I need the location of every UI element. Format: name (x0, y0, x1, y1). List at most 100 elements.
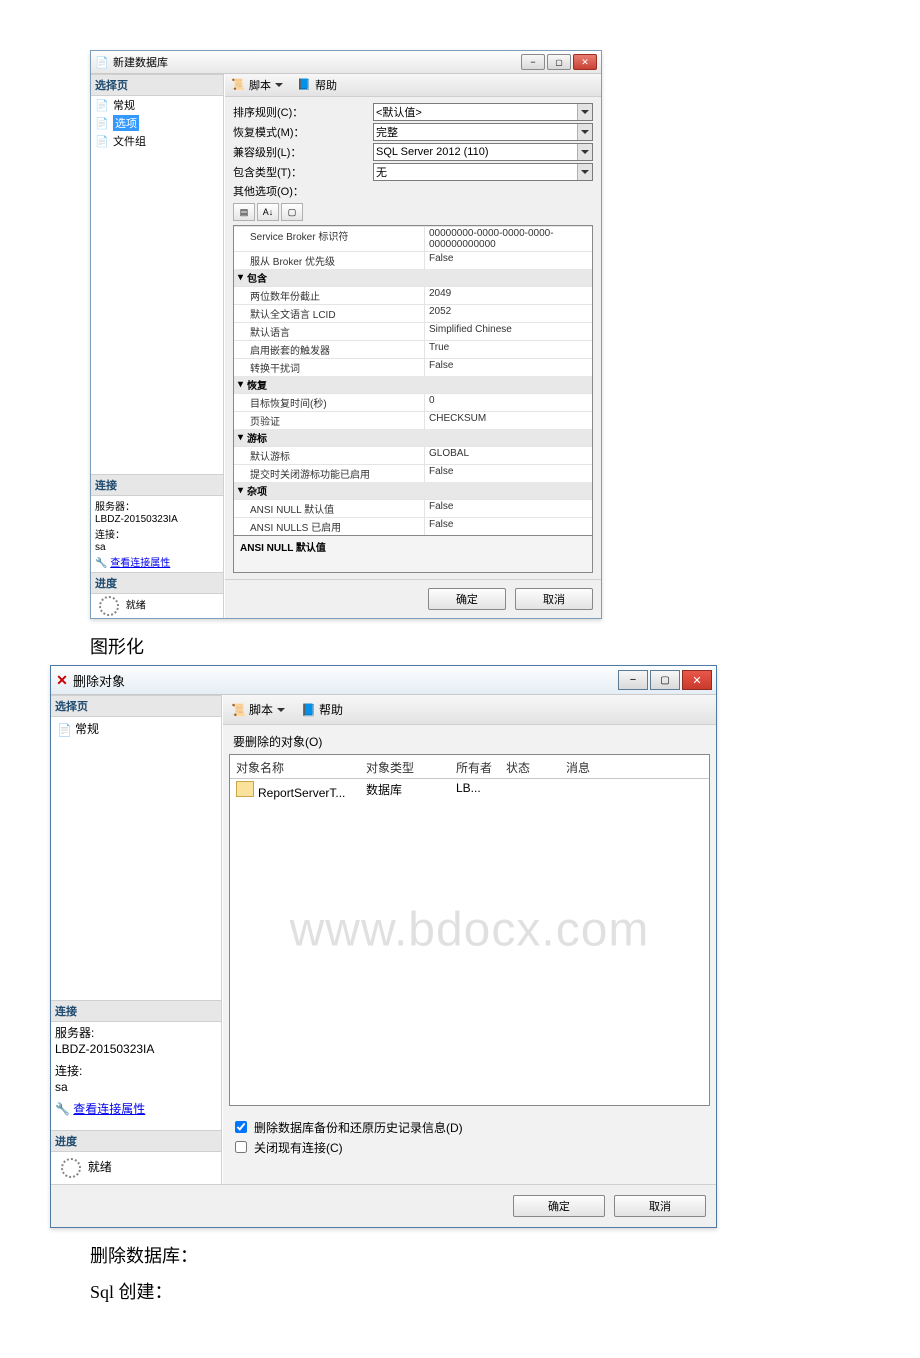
minimize-button[interactable]: − (521, 54, 545, 70)
connection-header: 连接 (91, 474, 223, 496)
row-type: 数据库 (366, 781, 456, 800)
server-value: LBDZ-20150323IA (95, 514, 219, 525)
collation-label: 排序规则(C)： (233, 104, 373, 120)
col-owner: 所有者 (456, 759, 506, 776)
recovery-combo[interactable]: 完整 (373, 123, 593, 141)
spinner-icon (61, 1158, 81, 1178)
dialog-footer: 确定 取消 (51, 1184, 716, 1227)
object-list[interactable]: 对象名称 对象类型 所有者 状态 消息 ReportServerT... 数据库… (229, 754, 710, 1106)
page-verify-value[interactable]: CHECKSUM (425, 412, 592, 429)
caption-graphical: 图形化 (50, 629, 870, 665)
page-filegroups[interactable]: 📄文件组 (91, 132, 223, 150)
two-digit-label: 两位数年份截止 (234, 287, 425, 304)
title-bar[interactable]: ✕ 删除对象 − ▢ ✕ (51, 666, 716, 695)
cancel-button[interactable]: 取消 (614, 1195, 706, 1217)
script-dropdown-arrow[interactable] (277, 708, 285, 712)
help-button[interactable]: 帮助 (319, 701, 343, 718)
objects-to-delete-label: 要删除的对象(O) (223, 725, 716, 750)
page-general[interactable]: 📄常规 (91, 96, 223, 114)
select-page-header: 选择页 (51, 695, 221, 717)
props-icon: 🔧 (95, 558, 107, 569)
maximize-button[interactable]: ▢ (650, 670, 680, 690)
ready-label: 就绪 (126, 601, 146, 612)
minimize-button[interactable]: − (618, 670, 648, 690)
delete-history-checkbox[interactable]: 删除数据库备份和还原历史记录信息(D) (231, 1118, 708, 1136)
connection-header: 连接 (51, 1000, 221, 1022)
chevron-down-icon[interactable] (577, 164, 592, 180)
progress-header: 进度 (51, 1130, 221, 1152)
help-icon: 📘 (297, 78, 311, 92)
progress-header: 进度 (91, 572, 223, 594)
group-cursor[interactable]: ▾游标 (234, 429, 592, 446)
group-misc[interactable]: ▾杂项 (234, 482, 592, 499)
database-icon (236, 781, 254, 797)
recovery-label: 恢复模式(M)： (233, 124, 373, 140)
broker-priority-label: 服从 Broker 优先级 (234, 252, 425, 269)
page-general[interactable]: 📄常规 (51, 717, 221, 740)
lang-label: 默认语言 (234, 323, 425, 340)
progress-status: 就绪 (51, 1152, 221, 1184)
right-panel: 📜 脚本 📘 帮助 要删除的对象(O) 对象名称 对象类型 所有者 状态 消息 … (222, 695, 716, 1184)
left-panel: 选择页 📄常规 连接 服务器: LBDZ-20150323IA 连接: sa 🔧… (51, 695, 222, 1184)
page-verify-label: 页验证 (234, 412, 425, 429)
delete-options: 删除数据库备份和还原历史记录信息(D) 关闭现有连接(C) (223, 1110, 716, 1164)
help-button[interactable]: 帮助 (315, 77, 337, 93)
lcid-value[interactable]: 2052 (425, 305, 592, 322)
props-icon: 🔧 (55, 1102, 70, 1116)
compat-combo[interactable]: SQL Server 2012 (110) (373, 143, 593, 161)
chevron-down-icon[interactable] (577, 124, 592, 140)
script-button[interactable]: 脚本 (249, 77, 271, 93)
two-digit-value[interactable]: 2049 (425, 287, 592, 304)
watermark: www.bdocx.com (290, 903, 650, 958)
group-containment[interactable]: ▾包含 (234, 269, 592, 286)
progress-status: 就绪 (91, 594, 223, 618)
default-cursor-value[interactable]: GLOBAL (425, 447, 592, 464)
close-button[interactable]: ✕ (573, 54, 597, 70)
ansi-null-def-value[interactable]: False (425, 500, 592, 517)
right-toolbar: 📜 脚本 📘 帮助 (223, 695, 716, 725)
nested-value[interactable]: True (425, 341, 592, 358)
help-icon: 📘 (301, 703, 315, 717)
grid-extra-button[interactable]: ▢ (281, 203, 303, 221)
dialog-footer: 确定 取消 (225, 579, 601, 618)
script-dropdown-arrow[interactable] (275, 83, 283, 87)
ok-button[interactable]: 确定 (513, 1195, 605, 1217)
chevron-down-icon[interactable] (577, 104, 592, 120)
row-owner: LB... (456, 781, 506, 800)
page-options[interactable]: 📄选项 (91, 114, 223, 132)
chevron-down-icon[interactable] (577, 144, 592, 160)
alphabetical-button[interactable]: A↓ (257, 203, 279, 221)
select-page-header: 选择页 (91, 74, 223, 96)
script-button[interactable]: 脚本 (249, 701, 273, 718)
property-grid[interactable]: Service Broker 标识符00000000-0000-0000-000… (233, 225, 593, 536)
sb-id-value[interactable]: 00000000-0000-0000-0000-000000000000 (425, 227, 592, 251)
table-header: 对象名称 对象类型 所有者 状态 消息 (230, 755, 709, 779)
close-button[interactable]: ✕ (682, 670, 712, 690)
maximize-button[interactable]: ▢ (547, 54, 571, 70)
ansi-nulls-enabled-value[interactable]: False (425, 518, 592, 535)
collation-combo[interactable]: <默认值> (373, 103, 593, 121)
script-icon: 📜 (231, 78, 245, 92)
lang-value[interactable]: Simplified Chinese (425, 323, 592, 340)
ok-button[interactable]: 确定 (428, 588, 506, 610)
close-connections-input[interactable] (235, 1141, 247, 1153)
spinner-icon (99, 596, 119, 616)
left-panel: 选择页 📄常规 📄选项 📄文件组 连接 服务器： LBDZ-20150323IA… (91, 74, 224, 618)
title-bar[interactable]: 📄 新建数据库 − ▢ ✕ (91, 51, 601, 74)
commit-cursor-label: 提交时关闭游标功能已启用 (234, 465, 425, 482)
containment-combo[interactable]: 无 (373, 163, 593, 181)
commit-cursor-value[interactable]: False (425, 465, 592, 482)
cancel-button[interactable]: 取消 (515, 588, 593, 610)
categorized-button[interactable]: ▤ (233, 203, 255, 221)
close-connections-checkbox[interactable]: 关闭现有连接(C) (231, 1138, 708, 1156)
broker-priority-value[interactable]: False (425, 252, 592, 269)
view-connection-properties[interactable]: 🔧 查看连接属性 (95, 554, 219, 569)
view-connection-properties[interactable]: 🔧 查看连接属性 (55, 1100, 217, 1117)
ansi-null-def-label: ANSI NULL 默认值 (234, 500, 425, 517)
table-row[interactable]: ReportServerT... 数据库 LB... (230, 779, 709, 802)
text-delete-db: 删除数据库： (50, 1236, 870, 1272)
target-time-value[interactable]: 0 (425, 394, 592, 411)
group-recovery[interactable]: ▾恢复 (234, 376, 592, 393)
delete-history-input[interactable] (235, 1121, 247, 1133)
noise-value[interactable]: False (425, 359, 592, 376)
